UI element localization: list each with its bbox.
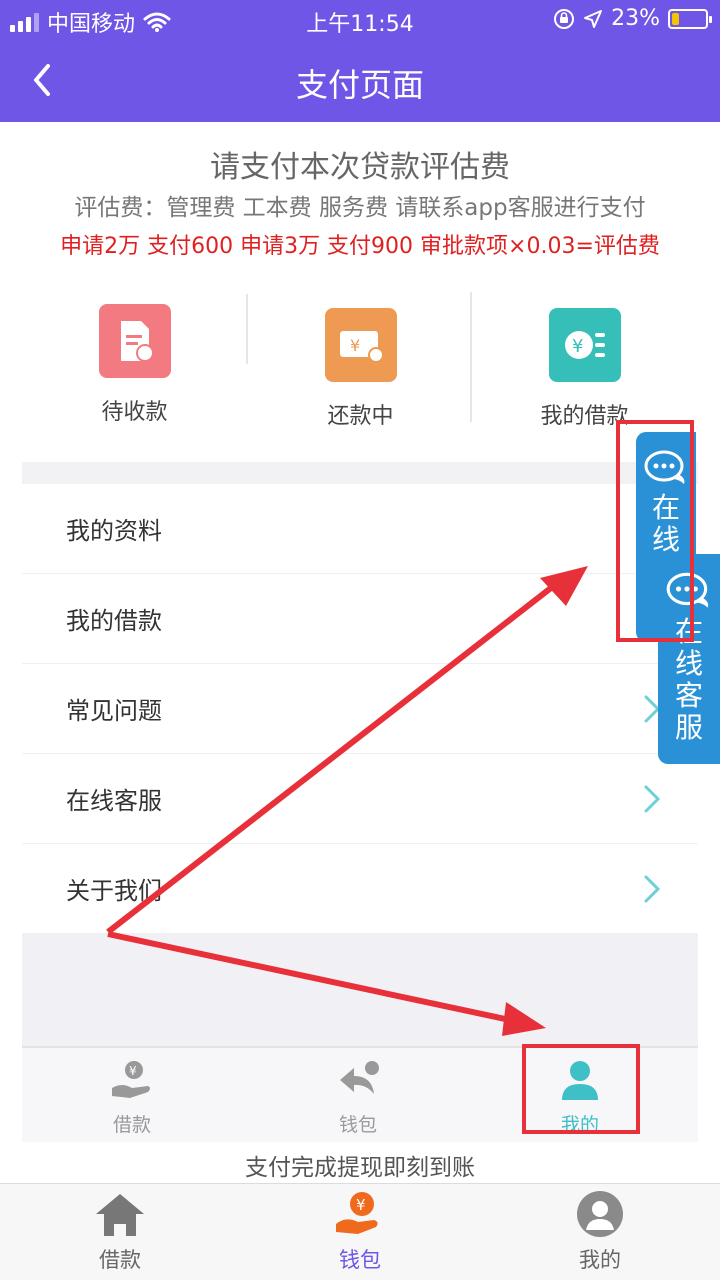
nav-bar: 支付页面 bbox=[0, 38, 720, 122]
page-title: 支付页面 bbox=[295, 66, 424, 104]
bill-icon: ¥ bbox=[324, 308, 397, 382]
tab-label: 钱包 bbox=[339, 1248, 381, 1272]
svg-text:¥: ¥ bbox=[572, 336, 583, 357]
embedded-tab-loan[interactable]: ¥ 借款 bbox=[72, 1058, 192, 1137]
embedded-screenshot: 待收款 ¥ 还款中 ¥ 我的借款 我的资料 我的借款 常见问题 在线客服 关于我… bbox=[22, 262, 698, 1142]
quick-item-pending-receipt[interactable]: 待收款 bbox=[22, 304, 247, 426]
menu-item-my-loans[interactable]: 我的借款 bbox=[22, 574, 698, 664]
location-icon bbox=[584, 9, 603, 28]
menu-label: 我的借款 bbox=[66, 607, 162, 635]
battery-icon bbox=[668, 8, 712, 29]
menu-item-online-service[interactable]: 在线客服 bbox=[22, 754, 698, 844]
tab-mine[interactable]: 我的 bbox=[530, 1190, 670, 1274]
footer-note: 支付完成提现即刻到账 bbox=[245, 1155, 475, 1181]
menu-label: 在线客服 bbox=[66, 787, 162, 815]
status-right: 23% bbox=[553, 6, 712, 31]
tab-label: 借款 bbox=[99, 1248, 141, 1272]
wallet-yuan-icon: ¥ bbox=[336, 1192, 378, 1234]
payment-rates: 申请2万 支付600 申请3万 支付900 审批款项×0.03=评估费 bbox=[60, 234, 660, 259]
menu-label: 关于我们 bbox=[66, 877, 162, 905]
svg-text:¥: ¥ bbox=[350, 336, 360, 355]
annotation-box-mine-tab bbox=[522, 1044, 640, 1134]
menu-item-about-us[interactable]: 关于我们 bbox=[22, 844, 698, 934]
menu-label: 我的资料 bbox=[66, 517, 162, 545]
embedded-spacer bbox=[22, 934, 698, 1046]
status-bar: 中国移动 上午11:54 23% bbox=[0, 0, 720, 38]
return-coin-icon bbox=[340, 1061, 379, 1094]
embedded-tab-wallet[interactable]: 钱包 bbox=[298, 1058, 418, 1137]
quick-label: 待收款 bbox=[101, 400, 168, 425]
receipt-icon bbox=[98, 304, 171, 378]
embedded-tab-label: 借款 bbox=[112, 1114, 151, 1136]
svg-text:¥: ¥ bbox=[129, 1064, 137, 1078]
tab-label: 我的 bbox=[579, 1248, 621, 1272]
quick-actions: 待收款 ¥ 还款中 ¥ 我的借款 bbox=[22, 262, 698, 462]
rotation-lock-icon bbox=[554, 8, 575, 29]
tab-loan[interactable]: 借款 bbox=[50, 1190, 190, 1274]
battery-percent: 23% bbox=[611, 6, 660, 31]
chevron-right-icon bbox=[644, 785, 661, 813]
menu-item-my-profile[interactable]: 我的资料 bbox=[22, 484, 698, 574]
payment-subtitle: 评估费：管理费 工本费 服务费 请联系app客服进行支付 bbox=[74, 195, 646, 221]
quick-item-my-loans[interactable]: ¥ 我的借款 bbox=[472, 308, 697, 430]
menu-item-faq[interactable]: 常见问题 bbox=[22, 664, 698, 754]
chevron-right-icon bbox=[644, 875, 661, 903]
yuan-coins-icon: ¥ bbox=[548, 308, 621, 382]
menu-label: 常见问题 bbox=[66, 697, 162, 725]
payment-heading: 请支付本次贷款评估费 bbox=[210, 150, 510, 185]
svg-text:¥: ¥ bbox=[356, 1196, 366, 1214]
bottom-tabbar: 借款 ¥ 钱包 我的 bbox=[0, 1183, 720, 1280]
quick-item-repaying[interactable]: ¥ 还款中 bbox=[248, 308, 473, 430]
embedded-tab-label: 钱包 bbox=[338, 1114, 377, 1136]
battery-fill bbox=[672, 12, 679, 25]
hand-coin-icon: ¥ bbox=[112, 1061, 150, 1098]
profile-menu: 我的资料 我的借款 常见问题 在线客服 关于我们 bbox=[22, 484, 698, 934]
section-separator bbox=[22, 462, 698, 484]
quick-label: 还款中 bbox=[327, 404, 394, 429]
tab-wallet[interactable]: ¥ 钱包 bbox=[290, 1190, 430, 1274]
home-icon bbox=[96, 1194, 144, 1236]
user-avatar-icon bbox=[577, 1191, 623, 1237]
annotation-box-service bbox=[616, 420, 694, 642]
